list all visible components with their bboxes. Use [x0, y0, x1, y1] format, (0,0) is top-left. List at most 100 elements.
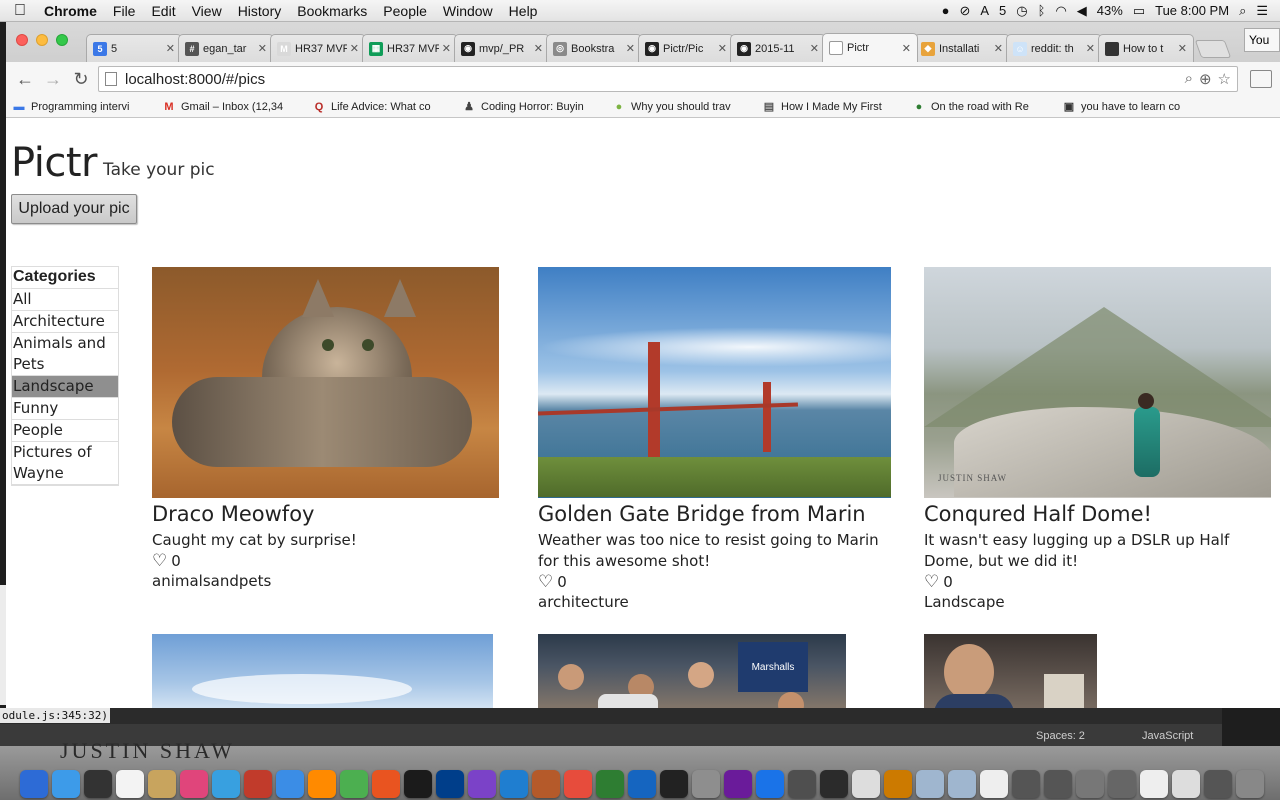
bluetooth-icon[interactable]: ᛒ	[1038, 3, 1046, 18]
dock-app-icon[interactable]	[308, 770, 336, 798]
crowd-photo[interactable]: Marshalls	[538, 634, 846, 708]
dock-app-icon[interactable]	[244, 770, 272, 798]
dock-app-icon[interactable]	[692, 770, 720, 798]
sky-photo[interactable]	[152, 634, 493, 708]
dock-app-icon[interactable]	[404, 770, 432, 798]
tab-close-icon[interactable]: ✕	[902, 42, 911, 55]
new-tab-button[interactable]	[1194, 40, 1232, 58]
cat-photo[interactable]	[152, 267, 499, 498]
find-icon[interactable]: ⌕	[1185, 70, 1193, 88]
dock-app-icon[interactable]	[724, 770, 752, 798]
dock-app-icon[interactable]	[532, 770, 560, 798]
bridge-photo[interactable]	[538, 267, 891, 498]
dock-app-icon[interactable]	[660, 770, 688, 798]
dock-app-icon[interactable]	[980, 770, 1008, 798]
address-url[interactable]: localhost:8000/#/pics	[125, 71, 265, 88]
menu-app-chrome[interactable]: Chrome	[40, 3, 105, 19]
tab-close-icon[interactable]: ✕	[442, 42, 451, 55]
dock-app-icon[interactable]	[84, 770, 112, 798]
tab-close-icon[interactable]: ✕	[718, 42, 727, 55]
dock-app-icon[interactable]	[212, 770, 240, 798]
tab-close-icon[interactable]: ✕	[994, 42, 1003, 55]
heart-icon[interactable]: ♡	[924, 572, 939, 592]
dock-app-icon[interactable]	[1236, 770, 1264, 798]
dock-app-icon[interactable]	[788, 770, 816, 798]
bookmark-item[interactable]: ▤ How I Made My First	[762, 101, 902, 113]
menu-window[interactable]: Window	[435, 3, 501, 19]
dock-app-icon[interactable]	[1108, 770, 1136, 798]
browser-tab[interactable]: # egan_tar ✕	[178, 34, 274, 62]
reload-icon[interactable]: ↻	[70, 69, 92, 90]
bowler-hat-icon[interactable]: ●	[942, 3, 950, 18]
dock-app-icon[interactable]	[916, 770, 944, 798]
zoom-icon[interactable]: ⊕	[1199, 70, 1212, 88]
address-bar[interactable]: localhost:8000/#/pics ⌕ ⊕ ☆	[98, 66, 1238, 92]
tab-close-icon[interactable]: ✕	[626, 42, 635, 55]
browser-tab[interactable]: ◉ mvp/_PR ✕	[454, 34, 550, 62]
dock-app-icon[interactable]	[1012, 770, 1040, 798]
dock-app-icon[interactable]	[20, 770, 48, 798]
close-window-button[interactable]	[16, 34, 28, 46]
browser-tab[interactable]: ☺ reddit: th ✕	[1006, 34, 1102, 62]
forward-arrow-icon[interactable]: →	[42, 69, 64, 90]
clock[interactable]: Tue 8:00 PM	[1155, 3, 1229, 18]
sync-icon[interactable]: ⊘	[959, 3, 970, 19]
volume-icon[interactable]: ◀	[1077, 3, 1087, 19]
category-item[interactable]: Funny	[12, 398, 118, 420]
profile-button[interactable]: You	[1244, 28, 1280, 52]
tab-close-icon[interactable]: ✕	[534, 42, 543, 55]
upload-button[interactable]: Upload your pic	[11, 194, 137, 224]
bookmark-item[interactable]: Q Life Advice: What co	[312, 101, 452, 113]
browser-tab[interactable]: ◉ Pictr/Pic ✕	[638, 34, 734, 62]
dock-app-icon[interactable]	[372, 770, 400, 798]
spotlight-search-icon[interactable]: ⌕	[1239, 3, 1246, 19]
bookmark-star-icon[interactable]: ☆	[1218, 70, 1231, 88]
browser-tab[interactable]: How to t ✕	[1098, 34, 1194, 62]
browser-tab[interactable]: ◉ 2015-11 ✕	[730, 34, 826, 62]
dock-app-icon[interactable]	[564, 770, 592, 798]
bookmark-item[interactable]: ● Why you should trav	[612, 101, 752, 113]
indent-setting[interactable]: Spaces: 2	[1036, 730, 1085, 742]
dock-app-icon[interactable]	[52, 770, 80, 798]
menu-people[interactable]: People	[375, 3, 435, 19]
back-arrow-icon[interactable]: ←	[14, 69, 36, 90]
tab-close-icon[interactable]: ✕	[810, 42, 819, 55]
tab-close-icon[interactable]: ✕	[258, 42, 267, 55]
battery-icon[interactable]: ▭	[1133, 3, 1145, 19]
dock-app-icon[interactable]	[500, 770, 528, 798]
browser-tab[interactable]: ▦ HR37 MVP ✕	[362, 34, 458, 62]
notification-center-icon[interactable]: ☰	[1256, 3, 1268, 19]
bookmark-item[interactable]: ▬ Programming intervi	[12, 101, 152, 113]
dock-app-icon[interactable]	[1204, 770, 1232, 798]
category-item[interactable]: Pictures of Wayne	[12, 442, 118, 485]
bookmark-item[interactable]: M Gmail – Inbox (12,34	[162, 101, 302, 113]
browser-tab[interactable]: ◆ Installati ✕	[914, 34, 1010, 62]
minimize-window-button[interactable]	[36, 34, 48, 46]
dock-app-icon[interactable]	[820, 770, 848, 798]
dock-app-icon[interactable]	[948, 770, 976, 798]
dock-app-icon[interactable]	[1076, 770, 1104, 798]
category-item[interactable]: Architecture	[12, 311, 118, 333]
browser-tab[interactable]: 5 5 ✕	[86, 34, 182, 62]
dock-app-icon[interactable]	[276, 770, 304, 798]
dock-app-icon[interactable]	[884, 770, 912, 798]
browser-tab[interactable]: ◎ Bookstra ✕	[546, 34, 642, 62]
browser-tab[interactable]: Pictr ✕	[822, 33, 918, 62]
dock-app-icon[interactable]	[436, 770, 464, 798]
category-item[interactable]: All	[12, 289, 118, 311]
dock-app-icon[interactable]	[1044, 770, 1072, 798]
menu-view[interactable]: View	[184, 3, 230, 19]
tab-close-icon[interactable]: ✕	[1086, 42, 1095, 55]
dock-app-icon[interactable]	[1140, 770, 1168, 798]
person-photo[interactable]	[924, 634, 1097, 708]
tab-close-icon[interactable]: ✕	[166, 42, 175, 55]
apple-icon[interactable]: 	[0, 2, 40, 20]
dock-app-icon[interactable]	[116, 770, 144, 798]
browser-tab[interactable]: M HR37 MVP ✕	[270, 34, 366, 62]
syntax-mode[interactable]: JavaScript	[1142, 730, 1193, 742]
dock-app-icon[interactable]	[468, 770, 496, 798]
tab-close-icon[interactable]: ✕	[350, 42, 359, 55]
menu-edit[interactable]: Edit	[143, 3, 183, 19]
category-item[interactable]: Landscape	[12, 376, 118, 398]
adobe-icon[interactable]: A	[980, 3, 989, 18]
